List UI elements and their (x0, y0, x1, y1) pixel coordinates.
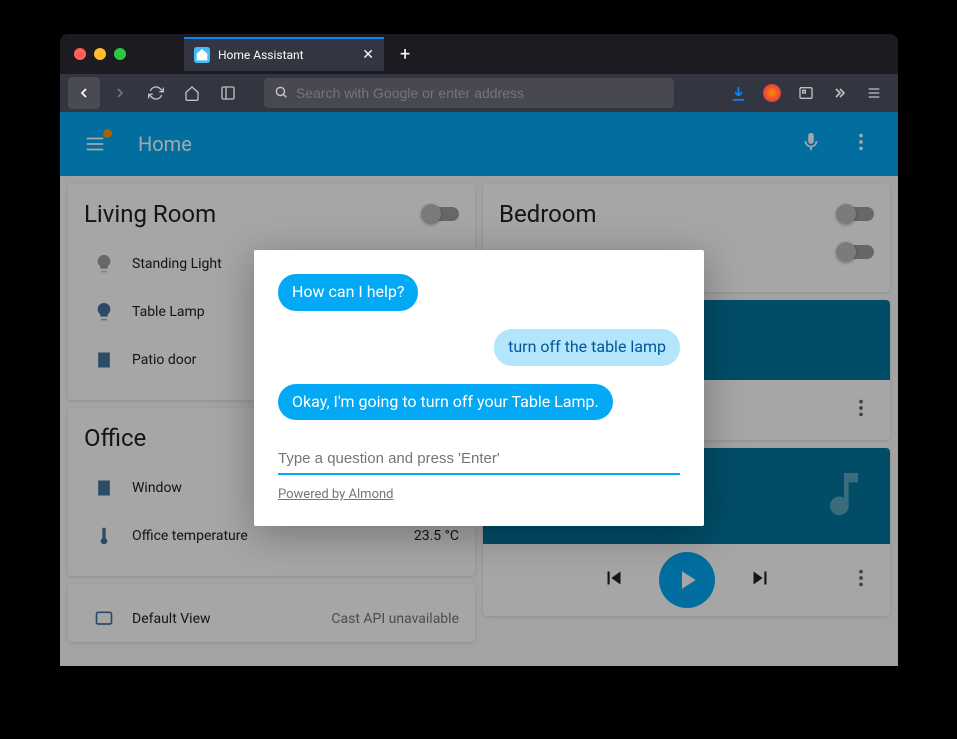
minimize-window-button[interactable] (94, 48, 106, 60)
extension-icon (763, 84, 781, 102)
tab-close-button[interactable]: ✕ (362, 47, 374, 63)
chat-log: How can I help? turn off the table lamp … (278, 274, 680, 420)
reload-button[interactable] (140, 77, 172, 109)
overflow-button[interactable] (824, 77, 856, 109)
tab-title: Home Assistant (218, 48, 354, 62)
downloads-button[interactable] (722, 77, 754, 109)
tab-favicon-icon (194, 47, 210, 63)
url-input[interactable] (296, 85, 664, 101)
browser-toolbar (60, 74, 898, 112)
extension-button[interactable] (756, 77, 788, 109)
home-button[interactable] (176, 77, 208, 109)
conversation-input[interactable] (278, 444, 680, 475)
chat-message-bot: How can I help? (278, 274, 418, 311)
titlebar: Home Assistant ✕ + (60, 34, 898, 74)
window-controls (60, 48, 126, 60)
browser-tab[interactable]: Home Assistant ✕ (184, 37, 384, 71)
powered-by-link[interactable]: Powered by Almond (278, 487, 394, 502)
conversation-dialog: How can I help? turn off the table lamp … (254, 250, 704, 526)
close-window-button[interactable] (74, 48, 86, 60)
browser-window: Home Assistant ✕ + (60, 34, 898, 666)
search-icon (274, 84, 288, 103)
new-tab-button[interactable]: + (400, 44, 410, 65)
url-bar[interactable] (264, 78, 674, 108)
chat-message-bot: Okay, I'm going to turn off your Table L… (278, 384, 613, 421)
app-menu-button[interactable] (858, 77, 890, 109)
library-button[interactable] (212, 77, 244, 109)
chat-message-user: turn off the table lamp (494, 329, 680, 366)
back-button[interactable] (68, 77, 100, 109)
reader-view-button[interactable] (790, 77, 822, 109)
page-content: Home Living Room (60, 112, 898, 666)
maximize-window-button[interactable] (114, 48, 126, 60)
forward-button[interactable] (104, 77, 136, 109)
